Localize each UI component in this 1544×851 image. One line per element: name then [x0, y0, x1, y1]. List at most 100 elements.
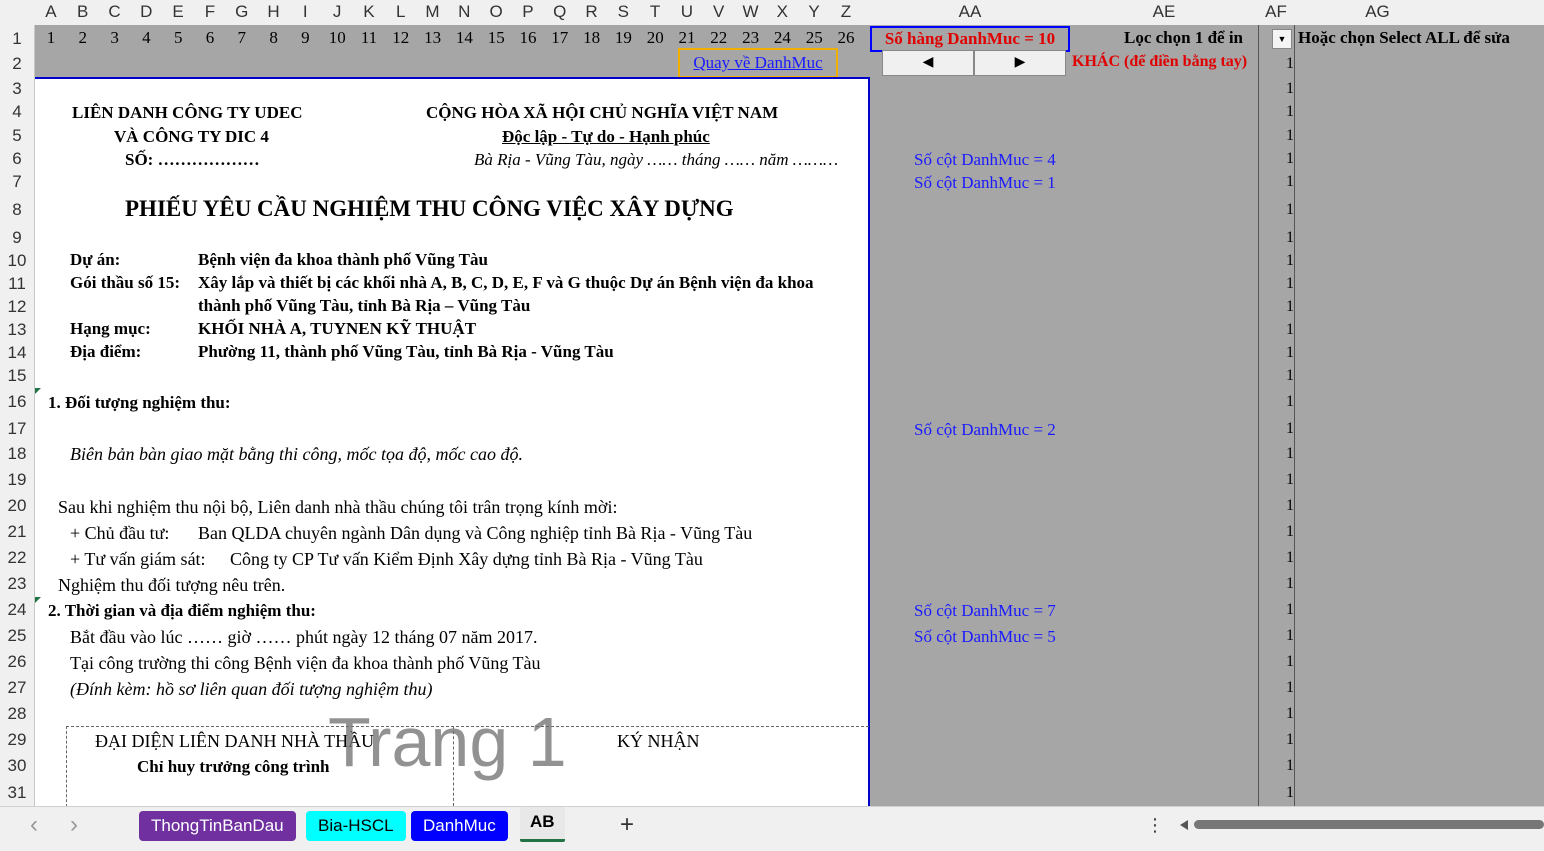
row1-cell-value[interactable]: 9 — [289, 26, 321, 50]
af-cell-value[interactable]: 1 — [1262, 318, 1294, 341]
af-cell-value[interactable]: 1 — [1262, 193, 1294, 226]
tab-ab[interactable]: AB — [520, 807, 565, 842]
af-cell-value[interactable]: 1 — [1262, 124, 1294, 147]
af-cell-value[interactable]: 1 — [1262, 226, 1294, 249]
row-header-22[interactable]: 22 — [0, 545, 34, 571]
row1-cell-value[interactable]: 24 — [766, 26, 798, 50]
column-header-m[interactable]: M — [416, 0, 449, 24]
filter-dropdown-button[interactable]: ▼ — [1272, 29, 1292, 49]
row1-cell-value[interactable]: 4 — [130, 26, 162, 50]
row-header-11[interactable]: 11 — [0, 272, 34, 295]
row-header-18[interactable]: 18 — [0, 441, 34, 467]
row-header-23[interactable]: 23 — [0, 571, 34, 597]
column-header-t[interactable]: T — [639, 0, 671, 24]
row-header-31[interactable]: 31 — [0, 779, 34, 806]
column-header-ae[interactable]: AE — [1070, 0, 1258, 24]
row-header-24[interactable]: 24 — [0, 597, 34, 623]
row1-cell-value[interactable]: 14 — [448, 26, 480, 50]
row-header-19[interactable]: 19 — [0, 467, 34, 493]
row1-cell-value[interactable]: 2 — [67, 26, 99, 50]
column-header-j[interactable]: J — [321, 0, 353, 24]
row-header-3[interactable]: 3 — [0, 77, 34, 100]
af-cell-value[interactable]: 1 — [1262, 170, 1294, 193]
tab-danhmuc[interactable]: DanhMuc — [411, 811, 508, 841]
row1-cell-value[interactable]: 13 — [417, 26, 449, 50]
row1-cell-value[interactable]: 7 — [226, 26, 258, 50]
af-cell-value[interactable]: 1 — [1262, 364, 1294, 387]
row1-cell-value[interactable]: 18 — [576, 26, 608, 50]
quay-ve-danhmuc-link[interactable]: Quay về DanhMuc — [678, 48, 838, 78]
so-hang-danhmuc-cell[interactable]: Số hàng DanhMuc = 10 — [870, 26, 1070, 52]
row-header-30[interactable]: 30 — [0, 753, 34, 779]
column-header-af[interactable]: AF — [1258, 0, 1294, 24]
column-header-g[interactable]: G — [225, 0, 258, 24]
row1-cell-value[interactable]: 16 — [512, 26, 544, 50]
row-header-21[interactable]: 21 — [0, 519, 34, 545]
column-header-q[interactable]: Q — [543, 0, 576, 24]
af-cell-value[interactable]: 1 — [1262, 545, 1294, 571]
scrollbar-thumb[interactable] — [1194, 820, 1544, 829]
row-header-1[interactable]: 1 — [0, 26, 34, 51]
af-cell-value[interactable]: 1 — [1262, 675, 1294, 701]
af-cell-value[interactable]: 1 — [1262, 295, 1294, 318]
row-header-17[interactable]: 17 — [0, 417, 34, 441]
row1-cell-value[interactable]: 19 — [607, 26, 639, 50]
column-header-f[interactable]: F — [194, 0, 226, 24]
scroll-left-arrow-icon[interactable] — [1180, 820, 1188, 830]
prev-button[interactable]: ◀ — [882, 50, 974, 76]
row-header-10[interactable]: 10 — [0, 249, 34, 272]
row-header-6[interactable]: 6 — [0, 147, 34, 170]
row1-cell-value[interactable]: 22 — [703, 26, 735, 50]
column-header-e[interactable]: E — [162, 0, 194, 24]
row-header-9[interactable]: 9 — [0, 226, 34, 249]
row-header-16[interactable]: 16 — [0, 387, 34, 417]
af-cell-value[interactable]: 1 — [1262, 147, 1294, 170]
af-cell-value[interactable]: 1 — [1262, 727, 1294, 753]
row1-cell-value[interactable]: 26 — [830, 26, 862, 50]
row1-cell-value[interactable]: 21 — [671, 26, 703, 50]
column-header-i[interactable]: I — [289, 0, 322, 24]
column-header-w[interactable]: W — [734, 0, 767, 24]
row1-cell-value[interactable]: 8 — [258, 26, 290, 50]
column-header-x[interactable]: X — [766, 0, 799, 24]
row-header-4[interactable]: 4 — [0, 100, 34, 124]
row-header-14[interactable]: 14 — [0, 341, 34, 364]
row1-cell-value[interactable]: 1 — [35, 26, 67, 50]
row-header-15[interactable]: 15 — [0, 364, 34, 387]
row1-cell-value[interactable]: 20 — [639, 26, 671, 50]
column-header-r[interactable]: R — [575, 0, 608, 24]
tab-thongtinbandau[interactable]: ThongTinBanDau — [139, 811, 296, 841]
column-header-n[interactable]: N — [448, 0, 481, 24]
af-cell-value[interactable]: 1 — [1262, 100, 1294, 124]
af-cell-value[interactable]: 1 — [1262, 519, 1294, 545]
row1-cell-value[interactable]: 3 — [99, 26, 131, 50]
af-cell-value[interactable]: 1 — [1262, 441, 1294, 467]
column-header-c[interactable]: C — [98, 0, 131, 24]
column-header-l[interactable]: L — [384, 0, 417, 24]
row-header-7[interactable]: 7 — [0, 170, 34, 193]
horizontal-scrollbar[interactable] — [1178, 818, 1544, 832]
column-header-o[interactable]: O — [480, 0, 512, 24]
row-header-29[interactable]: 29 — [0, 727, 34, 753]
column-header-k[interactable]: K — [353, 0, 385, 24]
column-header-s[interactable]: S — [607, 0, 640, 24]
row-header-26[interactable]: 26 — [0, 649, 34, 675]
next-button[interactable]: ▶ — [974, 50, 1066, 76]
af-cell-value[interactable]: 1 — [1262, 649, 1294, 675]
column-header-a[interactable]: A — [35, 0, 67, 24]
af-cell-value[interactable]: 1 — [1262, 77, 1294, 100]
row1-cell-value[interactable]: 11 — [353, 26, 385, 50]
af-cell-value[interactable]: 1 — [1262, 387, 1294, 417]
column-header-y[interactable]: Y — [798, 0, 830, 24]
af-cell-value[interactable]: 1 — [1262, 341, 1294, 364]
row-header-20[interactable]: 20 — [0, 493, 34, 519]
column-header-ag[interactable]: AG — [1295, 0, 1460, 24]
column-header-d[interactable]: D — [130, 0, 163, 24]
af-cell-value[interactable]: 1 — [1262, 753, 1294, 779]
row1-cell-value[interactable]: 23 — [735, 26, 767, 50]
column-header-v[interactable]: V — [702, 0, 735, 24]
row1-cell-value[interactable]: 17 — [544, 26, 576, 50]
row-header-8[interactable]: 8 — [0, 193, 34, 226]
row1-cell-value[interactable]: 12 — [385, 26, 417, 50]
row-header-25[interactable]: 25 — [0, 623, 34, 649]
